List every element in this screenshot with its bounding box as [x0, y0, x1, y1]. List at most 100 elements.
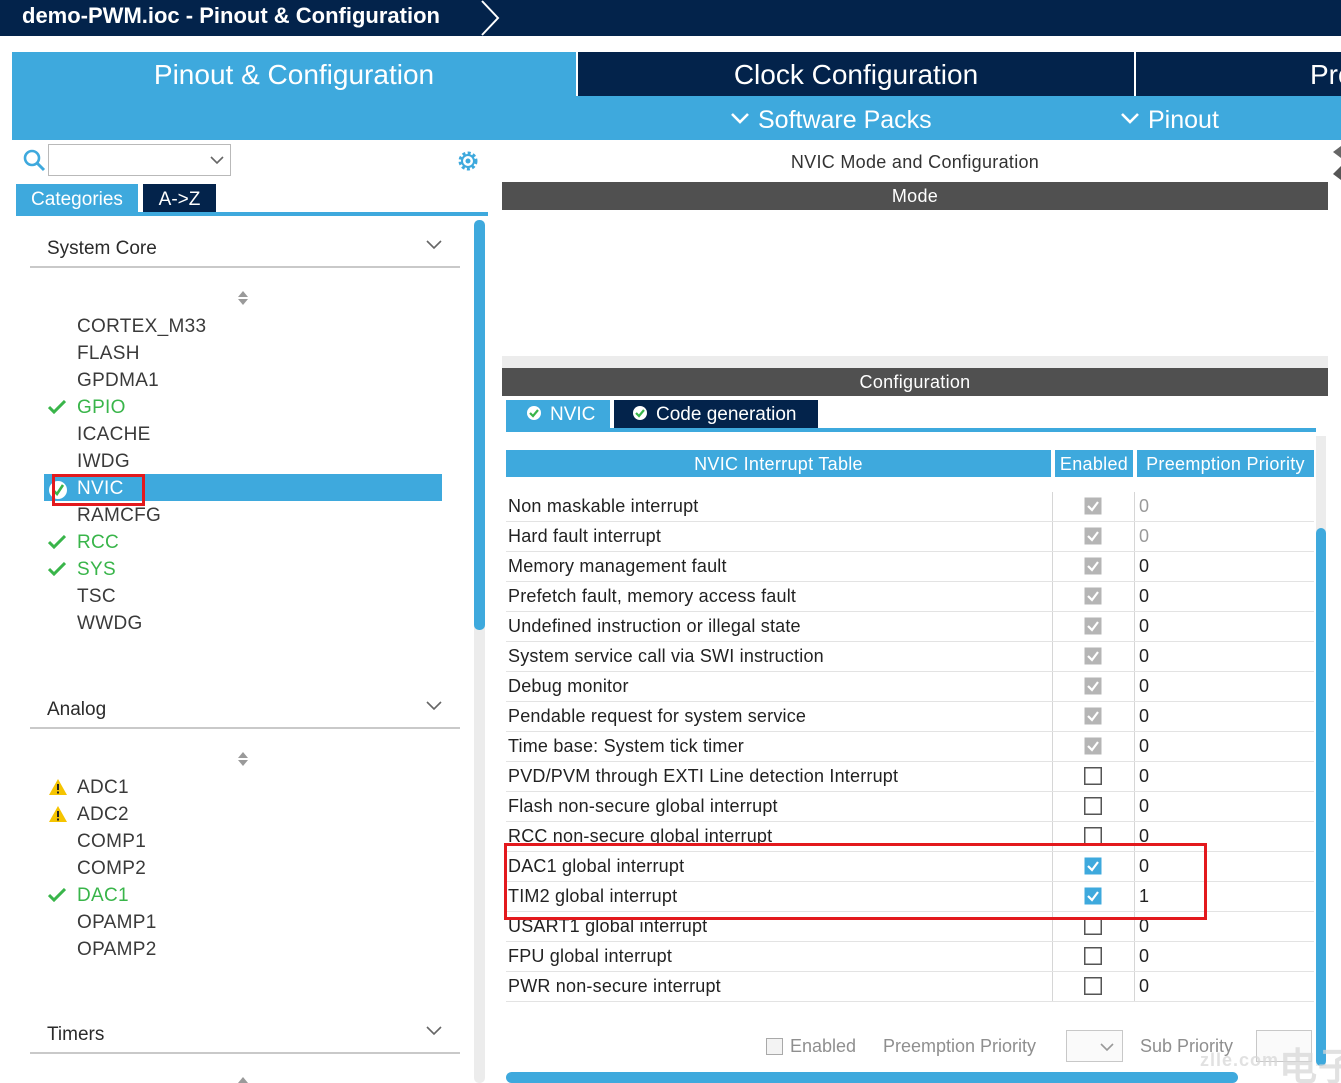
preemption-priority[interactable]: 0 [1139, 616, 1149, 637]
preemption-priority[interactable]: 0 [1139, 736, 1149, 757]
enabled-checkbox[interactable] [1084, 797, 1102, 815]
interrupt-name: Prefetch fault, memory access fault [508, 586, 797, 606]
tab-underline [506, 428, 1316, 432]
preemption-priority[interactable]: 0 [1139, 766, 1149, 787]
peripheral-sys[interactable]: SYS [77, 559, 116, 581]
preemption-priority-label: Preemption Priority [883, 1036, 1037, 1056]
peripheral-opamp2[interactable]: OPAMP2 [77, 939, 157, 961]
table-row[interactable]: Memory management fault 0 [506, 552, 1314, 582]
enabled-checkbox [1084, 587, 1102, 605]
tab-code-generation[interactable]: Code generation [614, 400, 818, 430]
breadcrumb-chevron-icon [481, 0, 500, 36]
scrollbar-thumb[interactable] [1316, 528, 1326, 1066]
mode-header: Mode [502, 182, 1328, 210]
check-icon [48, 535, 66, 549]
software-packs-label: Software Packs [758, 106, 932, 134]
peripheral-adc2[interactable]: ADC2 [77, 804, 129, 826]
section-timers[interactable]: Timers [30, 1020, 460, 1054]
interrupt-name: PVD/PVM through EXTI Line detection Inte… [508, 766, 899, 786]
panel-divider[interactable] [502, 356, 1328, 368]
table-row[interactable]: PWR non-secure interrupt 0 [506, 972, 1314, 1002]
scrollbar-thumb[interactable] [474, 220, 485, 630]
section-system-core[interactable]: System Core [30, 234, 460, 268]
peripheral-gpio[interactable]: GPIO [77, 397, 126, 419]
section-title: System Core [47, 238, 157, 259]
table-row[interactable]: Prefetch fault, memory access fault 0 [506, 582, 1314, 612]
table-row[interactable]: Time base: System tick timer 0 [506, 732, 1314, 762]
peripheral-gpdma1[interactable]: GPDMA1 [77, 370, 159, 392]
tab-a-to-z[interactable]: A->Z [143, 184, 216, 214]
preemption-priority[interactable]: 0 [1139, 646, 1149, 667]
preemption-priority[interactable]: 0 [1139, 586, 1149, 607]
preemption-priority[interactable]: 0 [1139, 946, 1149, 967]
interrupt-name: FPU global interrupt [508, 946, 673, 966]
chevron-down-icon [210, 156, 224, 165]
preemption-priority: 0 [1139, 496, 1150, 516]
peripheral-flash[interactable]: FLASH [77, 343, 140, 365]
table-row[interactable]: Hard fault interrupt 0 [506, 522, 1314, 552]
interrupt-name: PWR non-secure interrupt [508, 976, 721, 996]
preemption-priority[interactable]: 0 [1139, 796, 1149, 817]
preemption-priority[interactable]: 0 [1139, 556, 1149, 577]
interrupt-name: Non maskable interrupt [508, 496, 699, 516]
preemption-priority-select[interactable] [1066, 1030, 1123, 1062]
chevron-down-icon [1121, 113, 1139, 125]
sort-icon[interactable] [237, 751, 249, 767]
enabled-checkbox [1084, 497, 1102, 515]
tab-project-manager[interactable]: Pro [1136, 52, 1341, 96]
peripheral-cortex-m33[interactable]: CORTEX_M33 [77, 316, 206, 338]
enabled-checkbox [1084, 557, 1102, 575]
peripheral-dac1[interactable]: DAC1 [77, 885, 129, 907]
table-row[interactable]: Pendable request for system service 0 [506, 702, 1314, 732]
peripheral-tsc[interactable]: TSC [77, 586, 116, 608]
table-row[interactable]: Debug monitor 0 [506, 672, 1314, 702]
pinout-menu[interactable]: Pinout [1120, 96, 1219, 140]
check-circle-icon [527, 405, 541, 420]
preemption-priority[interactable]: 0 [1139, 676, 1149, 697]
interrupt-name: System service call via SWI instruction [508, 646, 824, 666]
tab-categories[interactable]: Categories [16, 184, 138, 214]
peripheral-rcc[interactable]: RCC [77, 532, 119, 554]
search-input[interactable] [48, 144, 231, 176]
enabled-checkbox [1084, 737, 1102, 755]
interrupt-name: Undefined instruction or illegal state [508, 616, 801, 636]
peripheral-icache[interactable]: ICACHE [77, 424, 151, 446]
peripheral-adc1[interactable]: ADC1 [77, 777, 129, 799]
tab-clock-configuration[interactable]: Clock Configuration [578, 52, 1134, 96]
horizontal-scrollbar[interactable] [506, 1072, 1238, 1083]
peripheral-opamp1[interactable]: OPAMP1 [77, 912, 157, 934]
enabled-checkbox[interactable] [766, 1038, 783, 1055]
enabled-checkbox[interactable] [1084, 767, 1102, 785]
table-row[interactable]: Flash non-secure global interrupt 0 [506, 792, 1314, 822]
table-row[interactable]: FPU global interrupt 0 [506, 942, 1314, 972]
section-analog[interactable]: Analog [30, 695, 460, 729]
peripheral-comp1[interactable]: COMP1 [77, 831, 146, 853]
enabled-checkbox [1084, 647, 1102, 665]
column-header-interrupt[interactable]: NVIC Interrupt Table [506, 450, 1051, 477]
peripheral-iwdg[interactable]: IWDG [77, 451, 130, 473]
column-header-enabled[interactable]: Enabled [1055, 450, 1133, 477]
table-row[interactable]: PVD/PVM through EXTI Line detection Inte… [506, 762, 1314, 792]
table-row[interactable]: Non maskable interrupt 0 [506, 492, 1314, 522]
software-packs-menu[interactable]: Software Packs [730, 96, 932, 140]
enabled-checkbox [1084, 527, 1102, 545]
preemption-priority[interactable]: 0 [1139, 976, 1149, 997]
column-header-preemption[interactable]: Preemption Priority [1137, 450, 1314, 477]
peripheral-comp2[interactable]: COMP2 [77, 858, 146, 880]
sort-icon[interactable] [237, 290, 249, 306]
enabled-checkbox[interactable] [1084, 977, 1102, 995]
enabled-checkbox [1084, 707, 1102, 725]
tab-pinout-configuration[interactable]: Pinout & Configuration [12, 52, 576, 96]
preemption-priority[interactable]: 0 [1139, 706, 1149, 727]
tab-nvic[interactable]: NVIC [506, 400, 610, 430]
search-icon[interactable] [22, 148, 46, 172]
gear-icon[interactable] [455, 148, 481, 174]
table-row[interactable]: System service call via SWI instruction … [506, 642, 1314, 672]
peripheral-wwdg[interactable]: WWDG [77, 613, 143, 635]
table-row[interactable]: Undefined instruction or illegal state 0 [506, 612, 1314, 642]
peripheral-ramcfg[interactable]: RAMCFG [77, 505, 161, 527]
highlight-box [504, 843, 1207, 920]
sort-icon[interactable] [237, 1076, 249, 1083]
enabled-checkbox[interactable] [1084, 947, 1102, 965]
collapse-handle-icon[interactable] [1331, 140, 1341, 200]
